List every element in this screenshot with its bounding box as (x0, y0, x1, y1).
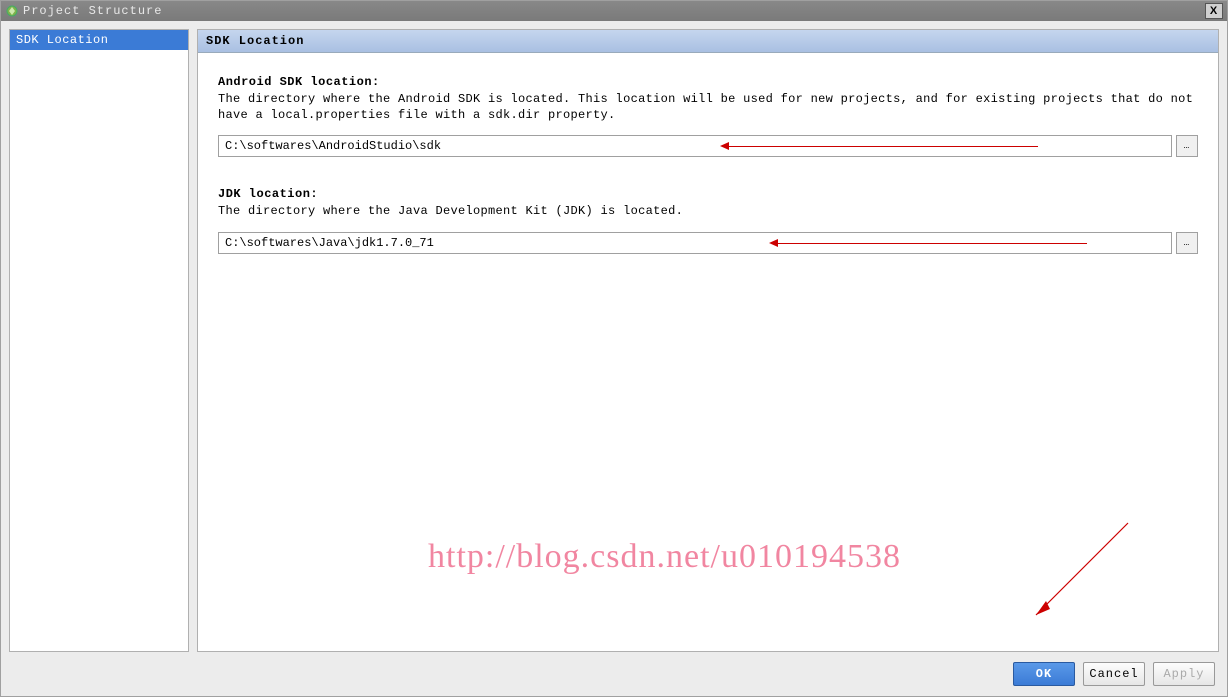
android-sdk-desc: The directory where the Android SDK is l… (218, 91, 1198, 123)
android-sdk-input[interactable] (218, 135, 1172, 157)
jdk-field-block: JDK location: The directory where the Ja… (218, 187, 1198, 253)
window-titlebar: Project Structure X (1, 1, 1227, 21)
annotation-diagonal-arrow (1018, 513, 1138, 633)
panel-header: SDK Location (198, 30, 1218, 53)
panel-content: Android SDK location: The directory wher… (198, 53, 1218, 306)
sidebar-item-label: SDK Location (16, 33, 108, 47)
android-sdk-row: … (218, 135, 1198, 157)
jdk-browse-button[interactable]: … (1176, 232, 1198, 254)
ok-button[interactable]: OK (1013, 662, 1075, 686)
jdk-label: JDK location: (218, 187, 1198, 201)
panel-container: SDK Location SDK Location Android SDK lo… (9, 29, 1219, 652)
apply-button[interactable]: Apply (1153, 662, 1215, 686)
android-sdk-field-block: Android SDK location: The directory wher… (218, 75, 1198, 157)
project-structure-window: Project Structure X SDK Location SDK Loc… (0, 0, 1228, 697)
android-sdk-label: Android SDK location: (218, 75, 1198, 89)
android-sdk-browse-button[interactable]: … (1176, 135, 1198, 157)
watermark-text: http://blog.csdn.net/u010194538 (428, 538, 901, 576)
close-button[interactable]: X (1205, 3, 1223, 19)
sidebar: SDK Location (9, 29, 189, 652)
sidebar-item-sdk-location[interactable]: SDK Location (10, 30, 188, 50)
app-icon (5, 4, 19, 18)
window-title: Project Structure (23, 4, 162, 18)
dialog-buttons: OK Cancel Apply (9, 652, 1219, 688)
main-panel: SDK Location Android SDK location: The d… (197, 29, 1219, 652)
jdk-input[interactable] (218, 232, 1172, 254)
cancel-button[interactable]: Cancel (1083, 662, 1145, 686)
panel-header-label: SDK Location (206, 34, 304, 48)
jdk-desc: The directory where the Java Development… (218, 203, 1198, 219)
jdk-row: … (218, 232, 1198, 254)
dialog-body: SDK Location SDK Location Android SDK lo… (1, 21, 1227, 696)
